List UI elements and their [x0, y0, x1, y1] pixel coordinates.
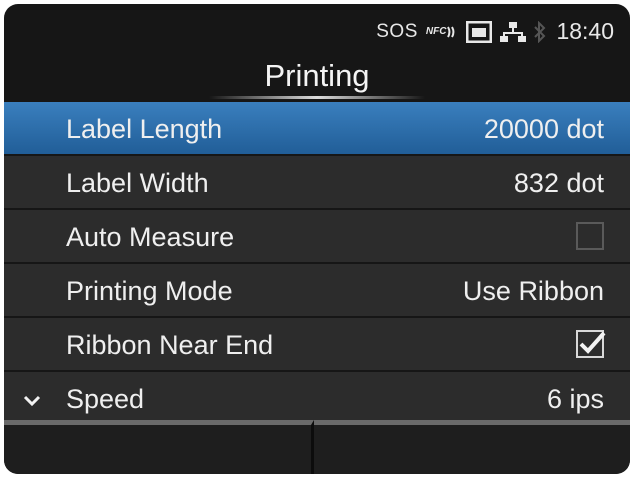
setting-label: Ribbon Near End [66, 330, 274, 360]
sd-card-icon [466, 20, 493, 43]
page-title: Printing [264, 58, 370, 93]
nfc-icon: NFC [426, 25, 459, 39]
setting-value: Use Ribbon [462, 276, 604, 306]
bluetooth-icon [534, 20, 546, 43]
setting-label: Label Width [66, 168, 209, 198]
setting-row-label-length[interactable]: Label Length 20000 dot [4, 102, 630, 154]
setting-value: 6 ips [546, 384, 604, 414]
setting-value: 832 dot [513, 168, 604, 198]
device-screen: SOS NFC 18:40 Printing Label Length 2000… [4, 4, 630, 474]
setting-row-ribbon-near-end[interactable]: Ribbon Near End [4, 318, 630, 370]
settings-list: Label Length 20000 dot Label Width 832 d… [4, 102, 630, 426]
setting-row-printing-mode[interactable]: Printing Mode Use Ribbon [4, 264, 630, 316]
title-underline [209, 96, 425, 99]
setting-row-label-width[interactable]: Label Width 832 dot [4, 156, 630, 208]
clock: 18:40 [556, 18, 614, 44]
ribbon-near-end-checkbox[interactable] [576, 330, 606, 358]
status-bar: SOS NFC 18:40 [4, 4, 630, 56]
chevron-down-icon[interactable] [22, 387, 42, 407]
setting-label: Printing Mode [66, 276, 233, 306]
setting-row-auto-measure[interactable]: Auto Measure [4, 210, 630, 262]
title-bar: Printing [4, 52, 630, 102]
softkey-bar [4, 420, 630, 474]
setting-label: Auto Measure [66, 222, 235, 252]
setting-label: Label Length [66, 114, 223, 144]
setting-label: Speed [66, 384, 145, 414]
softkey-left[interactable] [4, 420, 314, 474]
sos-indicator: SOS [376, 20, 418, 42]
network-icon [500, 21, 527, 43]
setting-row-speed[interactable]: Speed 6 ips [4, 372, 630, 424]
auto-measure-checkbox[interactable] [576, 222, 604, 250]
nfc-text: NFC [425, 26, 447, 37]
checkmark-icon [579, 331, 606, 354]
softkey-right[interactable] [314, 420, 630, 474]
status-icons: SOS NFC 18:40 [376, 18, 614, 45]
setting-value: 20000 dot [483, 114, 604, 144]
